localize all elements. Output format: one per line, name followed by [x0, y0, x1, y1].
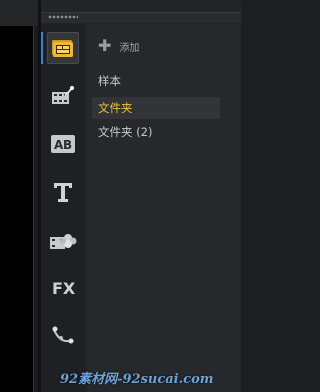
- preview-header: [0, 0, 38, 26]
- title-button[interactable]: [47, 176, 79, 208]
- filter-button[interactable]: FX: [47, 272, 79, 304]
- list-item-folder[interactable]: 文件夹: [92, 97, 220, 119]
- svg-text:B: B: [63, 138, 72, 152]
- instant-project-icon: [52, 86, 74, 104]
- app-window: A B FX ✚ 添加 样本 文件夹 文件夹 (2) 92素材网-92sucai…: [0, 0, 241, 392]
- library-list: ✚ 添加 样本 文件夹 文件夹 (2): [88, 24, 241, 392]
- fx-filter-icon: FX: [52, 279, 76, 298]
- add-folder-button[interactable]: ✚ 添加: [98, 38, 139, 54]
- preview-screen[interactable]: [0, 26, 34, 392]
- media-icon: [52, 40, 73, 57]
- path-button[interactable]: [47, 320, 79, 352]
- watermark: 92素材网-92sucai.com: [60, 372, 214, 387]
- add-label: 添加: [119, 42, 140, 54]
- title-t-icon: [54, 183, 72, 202]
- list-item-folder-2[interactable]: 文件夹 (2): [92, 121, 220, 143]
- panel-grip-handle[interactable]: [48, 15, 78, 19]
- list-item-sample[interactable]: 样本: [92, 70, 220, 92]
- library-category-bar: A B FX: [41, 24, 85, 392]
- transition-button[interactable]: A B: [47, 128, 79, 160]
- path-icon: [52, 326, 74, 344]
- plus-icon: ✚: [98, 36, 112, 55]
- transition-ab-icon: A B: [51, 135, 75, 153]
- media-button[interactable]: [47, 32, 79, 64]
- graphics-button[interactable]: [47, 224, 79, 256]
- graphics-icon: [50, 234, 77, 249]
- active-indicator: [41, 32, 43, 64]
- svg-text:FX: FX: [52, 279, 76, 298]
- preview-area: [0, 0, 38, 392]
- instant-project-button[interactable]: [47, 80, 79, 112]
